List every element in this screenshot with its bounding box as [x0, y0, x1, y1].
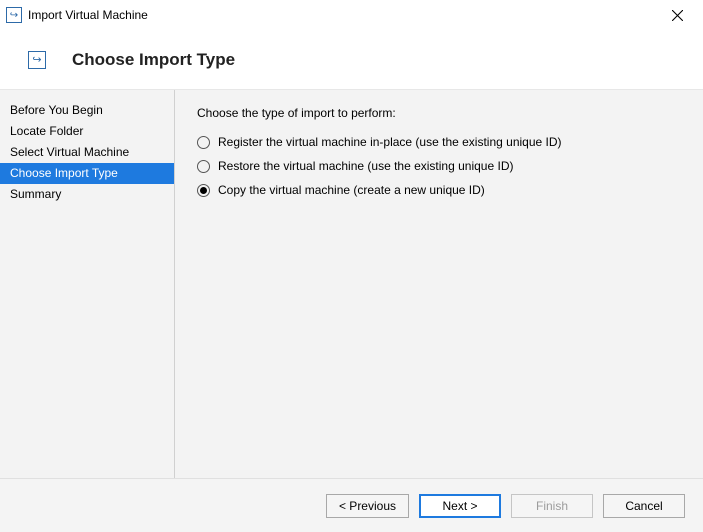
sidebar: Before You Begin Locate Folder Select Vi…: [0, 90, 175, 478]
next-button[interactable]: Next >: [419, 494, 501, 518]
finish-button: Finish: [511, 494, 593, 518]
import-icon: ↪: [28, 51, 46, 69]
sidebar-item-label: Summary: [10, 187, 61, 201]
page-header: ↪ Choose Import Type: [0, 30, 703, 90]
radio-icon: [197, 184, 210, 197]
sidebar-item-label: Choose Import Type: [10, 166, 118, 180]
page-title: Choose Import Type: [72, 50, 235, 70]
sidebar-item-summary[interactable]: Summary: [0, 184, 174, 205]
option-register-in-place[interactable]: Register the virtual machine in-place (u…: [197, 130, 687, 154]
option-copy[interactable]: Copy the virtual machine (create a new u…: [197, 178, 687, 202]
sidebar-item-choose-import-type[interactable]: Choose Import Type: [0, 163, 174, 184]
wizard-window: ↪ Import Virtual Machine ↪ Choose Import…: [0, 0, 703, 532]
option-restore[interactable]: Restore the virtual machine (use the exi…: [197, 154, 687, 178]
sidebar-item-label: Select Virtual Machine: [10, 145, 129, 159]
option-label: Register the virtual machine in-place (u…: [218, 135, 562, 149]
instruction-text: Choose the type of import to perform:: [197, 106, 687, 120]
titlebar: ↪ Import Virtual Machine: [0, 0, 703, 30]
window-title: Import Virtual Machine: [28, 8, 148, 22]
import-icon: ↪: [6, 7, 22, 23]
sidebar-item-label: Locate Folder: [10, 124, 83, 138]
sidebar-item-select-virtual-machine[interactable]: Select Virtual Machine: [0, 142, 174, 163]
cancel-button[interactable]: Cancel: [603, 494, 685, 518]
close-icon: [672, 10, 683, 21]
previous-button[interactable]: < Previous: [326, 494, 409, 518]
sidebar-item-before-you-begin[interactable]: Before You Begin: [0, 100, 174, 121]
close-button[interactable]: [657, 1, 697, 29]
content-pane: Choose the type of import to perform: Re…: [175, 90, 703, 478]
sidebar-item-locate-folder[interactable]: Locate Folder: [0, 121, 174, 142]
option-label: Copy the virtual machine (create a new u…: [218, 183, 485, 197]
option-label: Restore the virtual machine (use the exi…: [218, 159, 513, 173]
sidebar-item-label: Before You Begin: [10, 103, 103, 117]
radio-icon: [197, 160, 210, 173]
footer: < Previous Next > Finish Cancel: [0, 478, 703, 532]
wizard-body: Before You Begin Locate Folder Select Vi…: [0, 90, 703, 478]
radio-icon: [197, 136, 210, 149]
